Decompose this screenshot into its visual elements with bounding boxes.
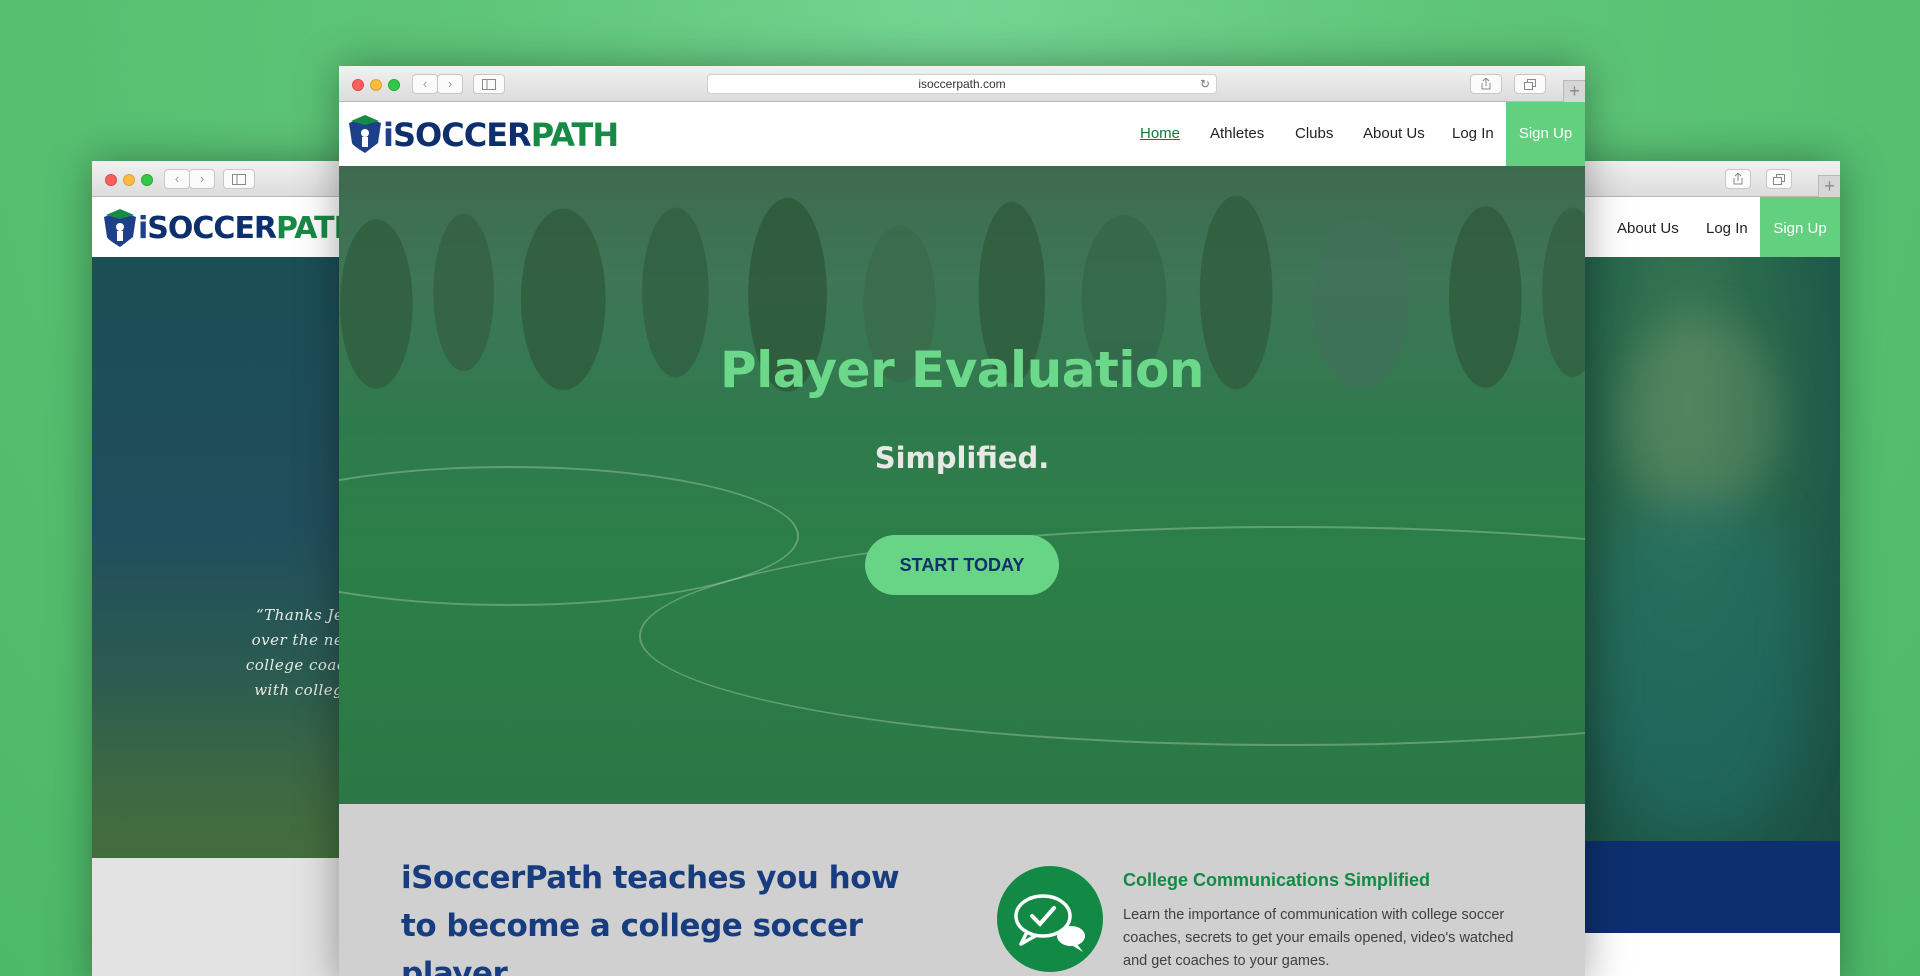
nav-login[interactable]: Log In (1706, 197, 1748, 261)
signup-button[interactable]: Sign Up (1506, 102, 1585, 166)
logo-i: i (383, 116, 394, 154)
chevron-right-icon[interactable]: › (189, 169, 215, 189)
signup-button[interactable]: Sign Up (1760, 197, 1840, 261)
logo[interactable]: iSOCCERPATH (102, 209, 359, 249)
close-icon[interactable] (105, 174, 117, 186)
right-browser-window: + About Us Log In Sign Up (1560, 161, 1840, 976)
maximize-icon[interactable] (141, 174, 153, 186)
start-today-button[interactable]: START TODAY (865, 535, 1059, 595)
plus-icon[interactable]: + (1563, 80, 1585, 102)
right-white-band (1560, 933, 1840, 976)
nav-home[interactable]: Home (1140, 102, 1180, 166)
nav-clubs[interactable]: Clubs (1295, 102, 1333, 166)
logo-shield-icon (349, 115, 381, 153)
share-icon[interactable] (1470, 74, 1502, 94)
logo-i: i (138, 211, 148, 246)
hero-section: Player Evaluation Simplified. START TODA… (339, 166, 1585, 804)
hero-title: Player Evaluation (719, 341, 1205, 399)
nav-about[interactable]: About Us (1617, 197, 1679, 261)
front-window-titlebar: ‹ › isoccerpath.com ↻ + (339, 66, 1585, 102)
chat-check-icon (997, 866, 1103, 972)
logo-soccer: SOCCER (392, 116, 532, 154)
chevron-left-icon[interactable]: ‹ (412, 74, 438, 94)
feature-description: Learn the importance of communication wi… (1123, 907, 1514, 969)
chevron-left-icon[interactable]: ‹ (164, 169, 190, 189)
right-hero-image (1560, 257, 1840, 841)
nav-about[interactable]: About Us (1363, 102, 1425, 166)
url-text: isoccerpath.com (918, 77, 1006, 91)
logo-path: PATH (530, 116, 619, 154)
nav-login[interactable]: Log In (1452, 102, 1494, 166)
right-window-titlebar: + (1560, 161, 1840, 197)
right-window-navbar: About Us Log In Sign Up (1560, 197, 1840, 261)
intro-section: iSoccerPath teaches you how to become a … (339, 804, 1585, 976)
logo-shield-icon (104, 209, 136, 247)
main-navbar: iSOCCERPATH Home Athletes Clubs About Us… (339, 102, 1585, 166)
tabs-icon[interactable] (1514, 74, 1546, 94)
nav-athletes[interactable]: Athletes (1210, 102, 1264, 166)
logo-soccer: SOCCER (147, 211, 277, 246)
feature-title: College Communications Simplified (1123, 870, 1431, 890)
intro-heading: iSoccerPath teaches you how to become a … (401, 860, 900, 976)
logo[interactable]: iSOCCERPATH (347, 114, 619, 156)
front-browser-window: ‹ › isoccerpath.com ↻ + iSOCCERPATH Home… (339, 66, 1585, 976)
reload-icon[interactable]: ↻ (1200, 75, 1210, 93)
maximize-icon[interactable] (388, 79, 400, 91)
minimize-icon[interactable] (123, 174, 135, 186)
hero-subtitle: Simplified. (874, 441, 1050, 475)
front-window-controls (352, 79, 400, 91)
chevron-right-icon[interactable]: › (437, 74, 463, 94)
share-icon[interactable] (1725, 169, 1751, 189)
tabs-icon[interactable] (1766, 169, 1792, 189)
close-icon[interactable] (352, 79, 364, 91)
left-window-controls (105, 174, 153, 186)
sidebar-icon[interactable] (473, 74, 505, 94)
minimize-icon[interactable] (370, 79, 382, 91)
address-bar[interactable]: isoccerpath.com ↻ (707, 74, 1217, 94)
sidebar-icon[interactable] (223, 169, 255, 189)
right-blue-band (1560, 841, 1840, 933)
plus-icon[interactable]: + (1818, 175, 1840, 197)
